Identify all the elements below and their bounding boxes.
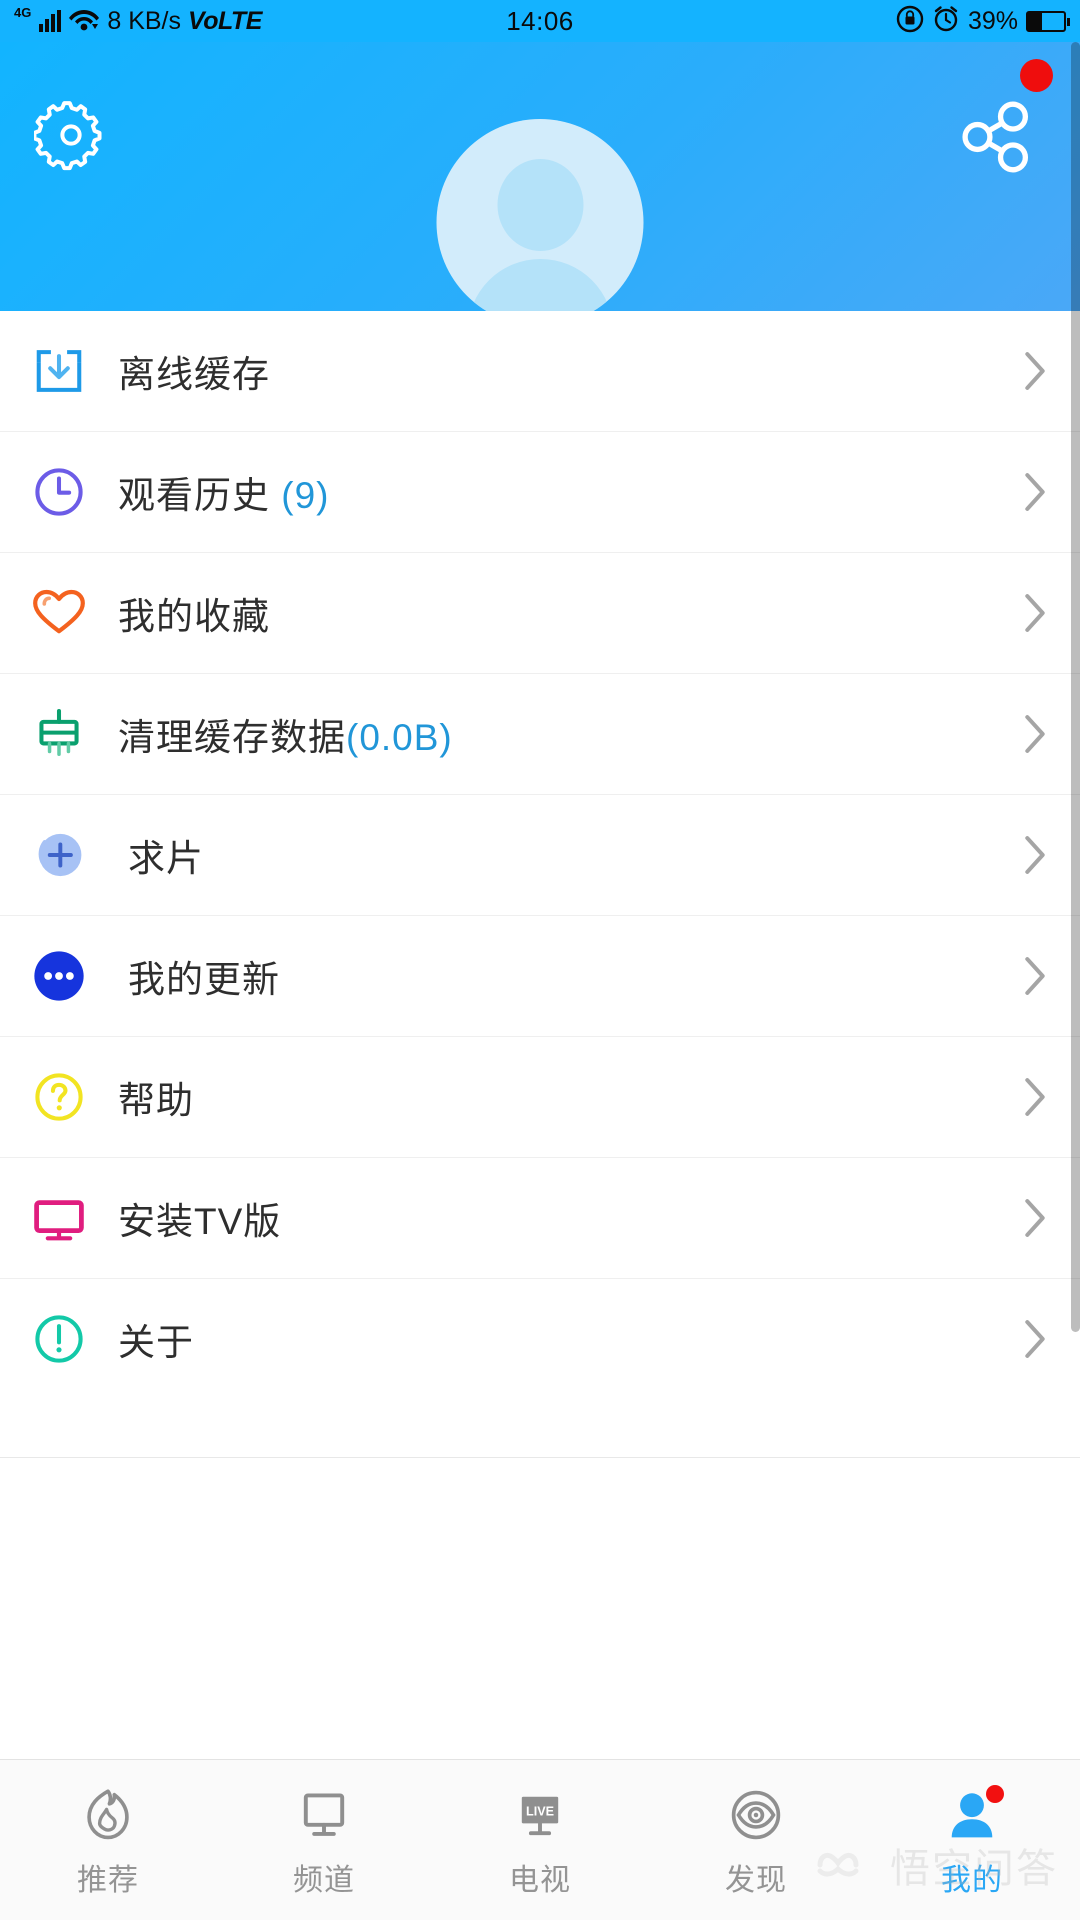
share-badge-dot — [1020, 59, 1053, 92]
tab-tv[interactable]: LIVE 电视 — [432, 1760, 648, 1920]
tab-label: 发现 — [725, 1864, 787, 1897]
menu-item-label: 我的更新 — [128, 959, 280, 1000]
menu-item-label: 清理缓存数据(0.0B) — [118, 717, 453, 758]
share-icon — [962, 101, 1029, 173]
person-icon — [944, 1785, 1004, 1843]
gear-icon — [32, 101, 102, 171]
menu-item-offline-cache[interactable]: 离线缓存 — [0, 311, 1080, 431]
chevron-right-icon — [1024, 593, 1046, 633]
menu-item-my-favorites[interactable]: 我的收藏 — [0, 553, 1080, 673]
chevron-right-icon — [1024, 1077, 1046, 1117]
chevron-right-icon — [1024, 1319, 1046, 1359]
menu-item-request-movie[interactable]: 求片 — [0, 795, 1080, 915]
battery-percent-label: 39% — [967, 6, 1018, 35]
menu-item-clear-cache[interactable]: 清理缓存数据(0.0B) — [0, 674, 1080, 794]
chevron-right-icon — [1024, 835, 1046, 875]
avatar-head-shape — [497, 159, 583, 251]
menu-list: 离线缓存 观看历史 (9) 我的收藏 清理缓存数据(0.0B) 求片 我的更新 … — [0, 311, 1080, 1458]
vertical-scrollbar[interactable] — [1071, 42, 1080, 1332]
chevron-right-icon — [1024, 472, 1046, 512]
menu-item-install-tv[interactable]: 安装TV版 — [0, 1158, 1080, 1278]
list-bottom-spacer — [0, 1399, 1080, 1458]
menu-item-help[interactable]: 帮助 — [0, 1037, 1080, 1157]
tab-label: 电视 — [509, 1864, 571, 1897]
settings-button[interactable] — [32, 98, 108, 172]
menu-item-label: 安装TV版 — [118, 1201, 282, 1242]
profile-header — [0, 42, 1080, 326]
chevron-right-icon — [1024, 956, 1046, 996]
alarm-clock-icon — [932, 5, 960, 38]
fire-icon — [80, 1787, 136, 1843]
menu-item-label: 观看历史 (9) — [118, 475, 330, 516]
tab-channel[interactable]: 频道 — [216, 1760, 432, 1920]
download-box-icon — [28, 340, 90, 402]
more-dots-circle-icon — [28, 945, 90, 1007]
status-bar-right: 39% — [896, 5, 1070, 38]
menu-item-label: 关于 — [118, 1322, 194, 1363]
tv-monitor-icon — [28, 1187, 90, 1249]
heart-icon — [28, 582, 90, 644]
info-circle-icon — [28, 1308, 90, 1370]
tab-label: 我的 — [941, 1864, 1003, 1897]
menu-item-label: 求片 — [128, 838, 204, 879]
tab-discover[interactable]: 发现 — [648, 1760, 864, 1920]
menu-item-label: 我的收藏 — [118, 596, 270, 637]
svg-text:LIVE: LIVE — [526, 1805, 554, 1819]
menu-item-watch-history[interactable]: 观看历史 (9) — [0, 432, 1080, 552]
share-button[interactable] — [958, 98, 1036, 176]
chevron-right-icon — [1024, 1198, 1046, 1238]
rotation-lock-icon — [896, 5, 924, 38]
question-circle-icon — [28, 1066, 90, 1128]
eye-target-icon — [728, 1787, 784, 1843]
tab-label: 推荐 — [77, 1864, 139, 1897]
battery-icon — [1026, 10, 1070, 32]
chevron-right-icon — [1024, 351, 1046, 391]
menu-item-about[interactable]: 关于 — [0, 1279, 1080, 1399]
tab-mine[interactable]: 我的 — [864, 1760, 1080, 1920]
live-tv-icon: LIVE — [512, 1787, 568, 1843]
bottom-tab-bar: 推荐 频道 LIVE 电视 发现 我的 — [0, 1759, 1080, 1920]
menu-item-label: 帮助 — [118, 1080, 194, 1121]
status-bar: 4G 8 KB/s VoLTE 14:06 39% — [0, 0, 1080, 42]
avatar[interactable] — [436, 119, 644, 326]
menu-item-label: 离线缓存 — [118, 354, 270, 395]
tab-recommend[interactable]: 推荐 — [0, 1760, 216, 1920]
clock-icon — [28, 461, 90, 523]
broom-icon — [28, 703, 90, 765]
tab-badge-dot — [986, 1785, 1004, 1803]
menu-item-my-updates[interactable]: 我的更新 — [0, 916, 1080, 1036]
chevron-right-icon — [1024, 714, 1046, 754]
tab-label: 频道 — [293, 1864, 355, 1897]
plus-circle-icon — [28, 824, 90, 886]
monitor-icon — [296, 1787, 352, 1843]
